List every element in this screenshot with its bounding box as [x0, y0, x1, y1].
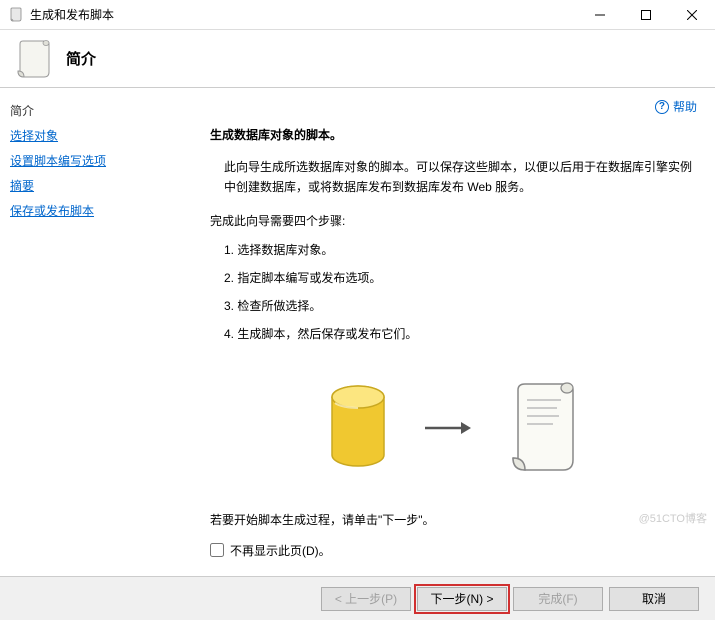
wizard-content: ? 帮助 生成数据库对象的脚本。 此向导生成所选数据库对象的脚本。可以保存这些脚… — [182, 88, 715, 576]
dont-show-checkbox-row[interactable]: 不再显示此页(D)。 — [210, 542, 695, 559]
page-title: 简介 — [66, 48, 96, 69]
wizard-sidebar: 简介 选择对象 设置脚本编写选项 摘要 保存或发布脚本 — [0, 88, 182, 576]
wizard-footer: < 上一步(P) 下一步(N) > 完成(F) 取消 — [0, 576, 715, 620]
database-icon — [323, 383, 393, 476]
cancel-button[interactable]: 取消 — [609, 587, 699, 611]
window-controls — [577, 0, 715, 29]
section-title: 生成数据库对象的脚本。 — [210, 126, 695, 143]
sidebar-item-save[interactable]: 保存或发布脚本 — [10, 198, 181, 223]
close-button[interactable] — [669, 0, 715, 29]
steps-list: 1. 选择数据库对象。 2. 指定脚本编写或发布选项。 3. 检查所做选择。 4… — [224, 241, 695, 343]
watermark: @51CTO博客 — [639, 510, 707, 526]
sidebar-item-select[interactable]: 选择对象 — [10, 123, 181, 148]
illustration — [210, 378, 695, 481]
minimize-button[interactable] — [577, 0, 623, 29]
step-item: 2. 指定脚本编写或发布选项。 — [224, 269, 695, 287]
dont-show-checkbox[interactable] — [210, 543, 224, 557]
scroll-icon — [12, 38, 54, 80]
maximize-button[interactable] — [623, 0, 669, 29]
steps-intro: 完成此向导需要四个步骤: — [210, 212, 695, 231]
description-text: 此向导生成所选数据库对象的脚本。可以保存这些脚本，以便以后用于在数据库引擎实例中… — [224, 157, 695, 198]
help-icon: ? — [655, 100, 669, 114]
arrow-icon — [423, 418, 473, 441]
help-label: 帮助 — [673, 98, 697, 115]
next-button[interactable]: 下一步(N) > — [417, 587, 507, 611]
finish-button: 完成(F) — [513, 587, 603, 611]
step-item: 3. 检查所做选择。 — [224, 297, 695, 315]
wizard-header: 简介 — [0, 30, 715, 88]
checkbox-label: 不再显示此页(D)。 — [230, 542, 331, 559]
script-icon — [503, 378, 583, 481]
prompt-text: 若要开始脚本生成过程，请单击"下一步"。 — [210, 511, 695, 528]
sidebar-item-summary[interactable]: 摘要 — [10, 173, 181, 198]
sidebar-item-options[interactable]: 设置脚本编写选项 — [10, 148, 181, 173]
step-item: 1. 选择数据库对象。 — [224, 241, 695, 259]
step-item: 4. 生成脚本，然后保存或发布它们。 — [224, 325, 695, 343]
help-link[interactable]: ? 帮助 — [655, 98, 697, 115]
window-title: 生成和发布脚本 — [30, 6, 577, 23]
sidebar-item-intro[interactable]: 简介 — [10, 98, 181, 123]
prev-button: < 上一步(P) — [321, 587, 411, 611]
app-icon — [8, 7, 24, 23]
titlebar: 生成和发布脚本 — [0, 0, 715, 30]
